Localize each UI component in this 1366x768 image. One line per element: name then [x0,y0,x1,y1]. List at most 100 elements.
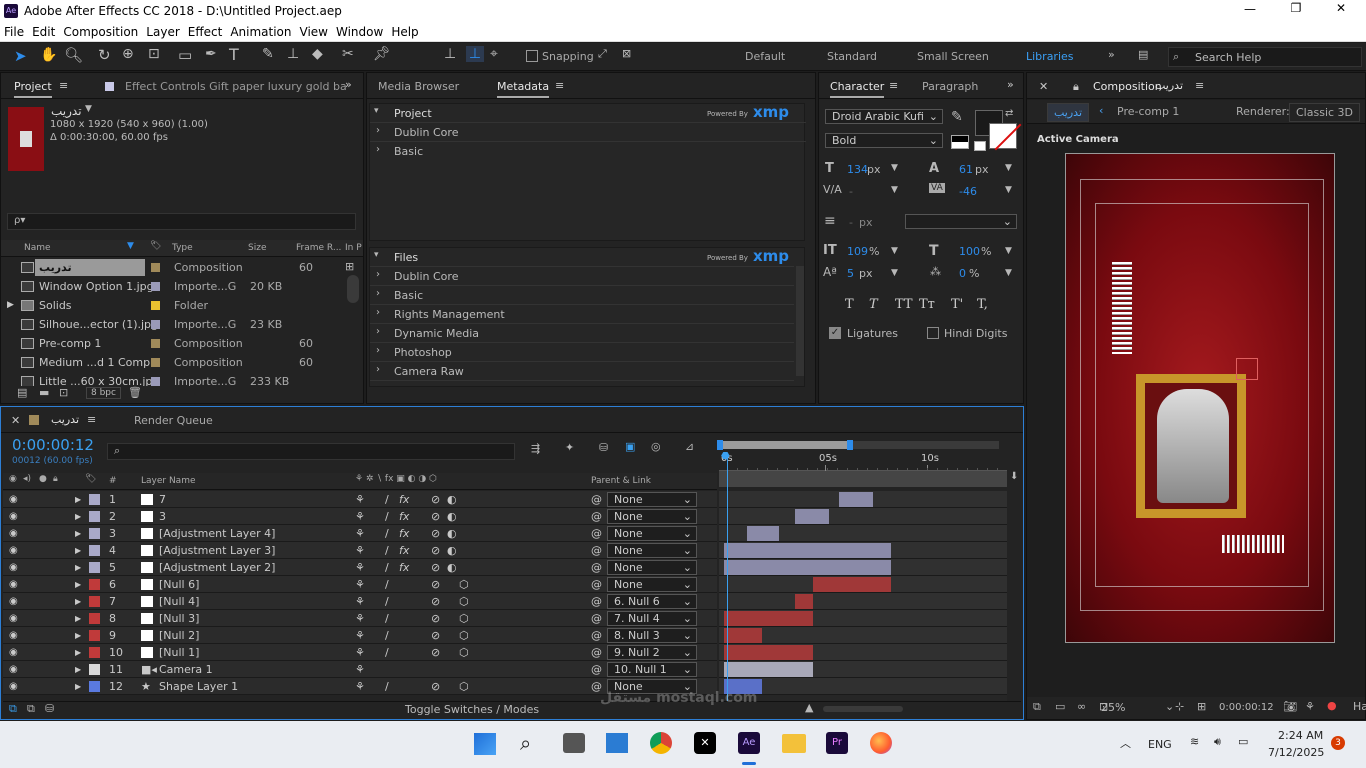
project-item[interactable]: Window Option 1.jpg Importe...G 20 KB [1,277,346,296]
pickwhip-icon[interactable]: @ [591,525,602,542]
zoom-out-icon[interactable]: ▲ [805,701,813,714]
tsume-dropdown-icon[interactable]: ▼ [1005,268,1012,278]
parent-dropdown[interactable]: 7. Null 4 ⌄ [607,611,697,626]
kerning-value[interactable]: - [849,185,853,198]
snapshot-icon[interactable]: 📷︎ [1283,700,1297,713]
font-size-value[interactable]: 134 [847,163,868,176]
3d-layer-icon[interactable]: ⬡ [459,593,469,610]
shy-switch-icon[interactable]: ⚘ [355,678,365,695]
hand-tool-icon[interactable]: ✋ [40,47,57,63]
metadata-group[interactable]: › Camera Raw [370,361,794,380]
workspace-menu-icon[interactable]: ▤ [1138,48,1148,61]
metadata-group[interactable]: › Dublin Core [370,122,806,141]
adjustment-switch-icon[interactable]: ⊘ [431,593,440,610]
type-tool-icon[interactable]: T [229,45,239,64]
layer-row[interactable]: ◉ ▶ 1 7 ⚘ / fx ⊘ ◐ @ None ⌄ [3,491,717,508]
layer-duration-bar[interactable] [795,509,829,524]
stroke-width-value[interactable]: - [849,216,853,229]
tracking-dropdown-icon[interactable]: ▼ [1005,185,1012,195]
column-name[interactable]: Name [24,243,51,253]
metadata-group[interactable]: › Dynamic Media [370,323,794,342]
quality-switch-icon[interactable]: / [385,576,389,593]
expand-layer-icon[interactable]: ▶ [75,678,81,695]
work-area-bar[interactable] [717,440,999,450]
visibility-eye-icon[interactable]: ◉ [9,644,18,661]
eyedropper-icon[interactable]: ✎ [951,109,963,125]
expand-layer-icon[interactable]: ▶ [75,661,81,678]
stroke-style-dropdown[interactable]: ⌄ [905,214,1017,229]
layer-name[interactable]: [Adjustment Layer 2] [159,559,275,576]
adjustment-layer-icon[interactable]: ◐ [447,542,457,559]
snap-option2-icon[interactable]: ⊠ [622,47,631,60]
expand-layer-icon[interactable]: ▶ [75,542,81,559]
workspace-small-screen[interactable]: Small Screen [917,50,989,63]
playhead-head-icon[interactable]: ⬣ [721,451,730,462]
adjustment-switch-icon[interactable]: ⊘ [431,542,440,559]
layer-row[interactable]: ◉ ▶ 5 [Adjustment Layer 2] ⚘ / fx ⊘ ◐ @ None ⌄ [3,559,717,576]
label-color-swatch[interactable] [151,263,160,272]
menu-help[interactable]: Help [387,22,422,39]
metadata-group[interactable]: › Dublin Core [370,266,794,285]
vertical-scale-value[interactable]: 109 [847,245,868,258]
3d-layer-icon[interactable]: ⬡ [459,610,469,627]
new-folder-icon[interactable]: ▬ [39,386,49,399]
quality-switch-icon[interactable]: / [385,678,389,695]
label-color-swatch[interactable] [151,320,160,329]
layer-label-color[interactable] [89,545,100,556]
quality-switch-icon[interactable]: / [385,525,389,542]
pickwhip-icon[interactable]: @ [591,593,602,610]
resolution-label[interactable]: Ha [1353,700,1366,713]
3d-layer-icon[interactable]: ⬡ [459,627,469,644]
metadata-menu-icon[interactable]: ≡ [555,79,564,92]
text-style-button[interactable]: T [869,297,878,312]
delete-icon[interactable]: 🗑︎ [128,386,142,399]
roto-tool-icon[interactable]: ✂ [342,46,354,62]
camera-tool-icon[interactable]: ⊕ [122,46,134,62]
clock-date[interactable]: 7/12/2025 [1268,746,1324,759]
capcut-icon[interactable]: ✕ [694,732,716,754]
shy-switch-icon[interactable]: ⚘ [355,491,365,508]
visibility-eye-icon[interactable]: ◉ [9,542,18,559]
adjustment-layer-icon[interactable]: ◐ [447,491,457,508]
project-scrollbar[interactable] [347,275,359,303]
draft-3d-icon[interactable]: ✦ [565,441,574,454]
close-button[interactable]: ✕ [1331,1,1351,15]
language-indicator[interactable]: ENG [1148,738,1172,751]
notification-badge[interactable]: 3 [1331,736,1345,750]
column-size[interactable]: Size [248,243,266,253]
world-axis-icon[interactable]: ⊥ [466,46,484,62]
metadata-scrollbar[interactable] [796,266,804,376]
parent-dropdown[interactable]: None ⌄ [607,543,697,558]
fx-switch-icon[interactable]: fx [399,525,409,542]
layer-label-color[interactable] [89,647,100,658]
quality-switch-icon[interactable]: / [385,508,389,525]
task-view-icon[interactable] [563,733,585,753]
layer-name[interactable]: [Null 2] [159,627,199,644]
menu-effect[interactable]: Effect [184,22,227,39]
visibility-eye-icon[interactable]: ◉ [9,525,18,542]
stroke-color-swatch[interactable] [989,123,1022,151]
search-help-input[interactable]: ⌕ Search Help [1168,47,1362,67]
local-axis-icon[interactable]: ⊥ [444,46,456,62]
snap-option-icon[interactable]: ⤢ [598,47,607,61]
adjustment-switch-icon[interactable]: ⊘ [431,678,440,695]
timecode[interactable]: 0:00:00:12 [12,436,94,454]
metadata-group[interactable]: › Rights Management [370,304,794,323]
comp-end-marker-icon[interactable]: ⬇ [1010,471,1018,482]
adjustment-layer-icon[interactable]: ◐ [447,508,457,525]
file-explorer-mini-icon[interactable] [606,733,628,753]
layer-name[interactable]: [Adjustment Layer 3] [159,542,275,559]
tab-composition-name[interactable]: تدريب [1155,79,1183,92]
layer-name[interactable]: [Null 1] [159,644,199,661]
layer-duration-bar[interactable] [724,628,762,643]
shy-switch-icon[interactable]: ⚘ [355,644,365,661]
shy-switch-icon[interactable]: ⚘ [355,542,365,559]
layer-name-header[interactable]: Layer Name [141,476,196,486]
visibility-eye-icon[interactable]: ◉ [9,576,18,593]
layer-row[interactable]: ◉ ▶ 4 [Adjustment Layer 3] ⚘ / fx ⊘ ◐ @ None ⌄ [3,542,717,559]
rotate-tool-icon[interactable]: ↻ [98,46,111,64]
puppet-tool-icon[interactable]: 📌︎ [373,46,391,62]
layer-name[interactable]: [Null 3] [159,610,199,627]
playhead[interactable] [727,455,728,703]
ligatures-checkbox[interactable]: ✓ [829,327,841,339]
